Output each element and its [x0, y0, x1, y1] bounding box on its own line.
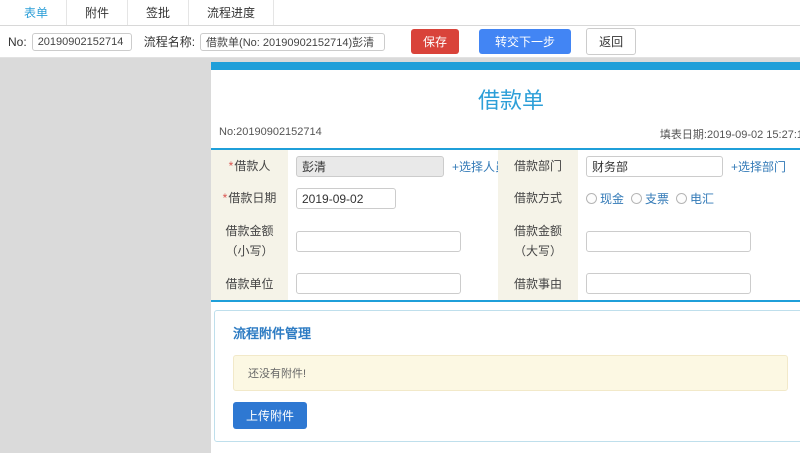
tab-process-progress[interactable]: 流程进度	[189, 0, 275, 25]
loan-unit-input[interactable]	[296, 273, 461, 295]
loan-reason-cell	[578, 267, 800, 300]
loan-unit-cell	[288, 267, 498, 300]
loan-method-cell: 现金 支票 电汇	[578, 182, 800, 215]
app-header: 表单 附件 签批 流程进度 No: 流程名称: 保存 转交下一步 返回	[0, 0, 800, 58]
amount-uppercase-cell	[578, 214, 800, 268]
loan-unit-label: 借款单位	[211, 267, 288, 300]
required-mark: *	[222, 191, 228, 206]
amount-lowercase-label: 借款金额（小写）	[211, 214, 288, 268]
department-cell: +选择部门	[578, 150, 800, 183]
no-input[interactable]	[31, 32, 132, 51]
forward-next-step-button[interactable]: 转交下一步	[479, 29, 572, 54]
required-mark: *	[228, 159, 234, 173]
check-radio-label: 支票	[645, 192, 670, 207]
tab-bar: 表单 附件 签批 流程进度	[0, 0, 800, 26]
tab-approvals[interactable]: 签批	[128, 0, 190, 25]
loan-method-label: 借款方式	[498, 182, 578, 215]
attachments-panel: 流程附件管理 还没有附件! 上传附件	[214, 309, 800, 442]
command-bar: No: 流程名称: 保存 转交下一步 返回	[0, 26, 800, 58]
select-department-link[interactable]: +选择部门	[731, 158, 786, 175]
process-name-label: 流程名称:	[143, 35, 196, 49]
document-meta: No:20190902152714 填表日期:2019-09-02 15:27:…	[211, 126, 800, 148]
cash-radio-label: 现金	[600, 192, 625, 207]
process-name-input[interactable]	[200, 32, 386, 51]
loan-reason-input[interactable]	[586, 273, 751, 295]
no-label: No:	[8, 34, 27, 49]
tab-form[interactable]: 表单	[6, 0, 68, 25]
loan-form-fields: *借款人 +选择人员 借款部门 +选择部门 *借款日期 借款方式 现金 支票 电…	[211, 148, 800, 302]
amount-lowercase-cell	[288, 214, 498, 268]
borrower-label: * 借款人	[211, 150, 288, 183]
back-button[interactable]: 返回	[586, 28, 637, 55]
document-title: 借款单	[477, 88, 544, 113]
amount-uppercase-label: 借款金额（大写）	[498, 214, 578, 268]
panel-accent-bar	[211, 62, 800, 70]
amount-lowercase-input[interactable]	[296, 230, 461, 252]
loan-reason-label: 借款事由	[498, 267, 578, 300]
document-number: No:20190902152714	[219, 126, 322, 138]
loan-date-cell	[288, 182, 498, 215]
borrower-input[interactable]	[296, 155, 444, 177]
save-button[interactable]: 保存	[411, 29, 460, 54]
department-input[interactable]	[586, 155, 723, 177]
borrower-cell: +选择人员	[288, 150, 507, 183]
department-label: 借款部门	[498, 150, 578, 183]
document-fill-date: 填表日期:2019-09-02 15:27:1	[659, 129, 800, 141]
amount-uppercase-input[interactable]	[586, 230, 751, 252]
loan-date-input[interactable]	[296, 188, 396, 210]
check-radio[interactable]	[631, 193, 643, 205]
loan-form-panel: 借款单 No:20190902152714 填表日期:2019-09-02 15…	[211, 62, 800, 453]
attachments-panel-title: 流程附件管理	[233, 325, 312, 341]
upload-attachment-button[interactable]: 上传附件	[233, 401, 308, 429]
wire-transfer-radio[interactable]	[676, 193, 688, 205]
tab-attachments[interactable]: 附件	[67, 0, 129, 25]
no-attachments-alert: 还没有附件!	[233, 354, 788, 391]
cash-radio[interactable]	[586, 193, 597, 205]
loan-date-label: * 借款日期	[211, 182, 288, 215]
wire-transfer-radio-label: 电汇	[690, 192, 715, 207]
